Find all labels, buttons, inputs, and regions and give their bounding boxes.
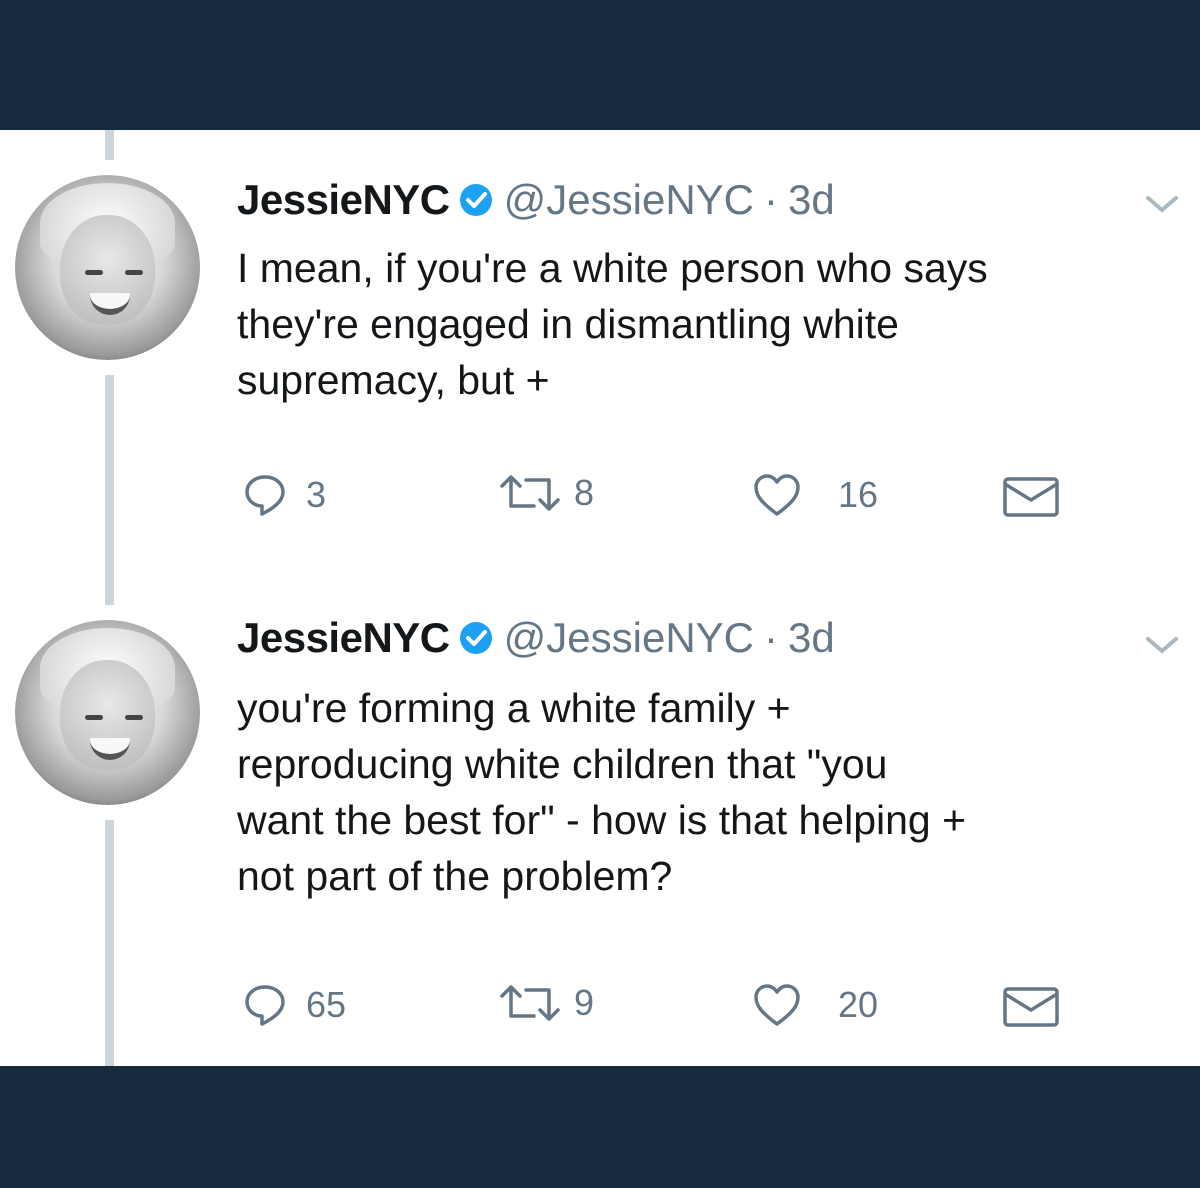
like-count: 20 [838, 984, 879, 1025]
tweet-text-line: reproducing white children that "you [237, 741, 888, 787]
message-icon [1003, 987, 1059, 1027]
message-button[interactable] [1002, 986, 1060, 1028]
tweet-text: I mean, if you're a white person who say… [237, 240, 1187, 408]
message-icon [1003, 477, 1059, 517]
retweet-icon [500, 985, 560, 1021]
tweet-thread-panel: JessieNYC @JessieNYC · 3d I mean, if you… [0, 130, 1200, 1066]
tweet-actions: 3 8 16 [0, 472, 1200, 532]
reply-count: 3 [306, 474, 327, 515]
user-handle[interactable]: @JessieNYC [504, 176, 754, 224]
user-handle[interactable]: @JessieNYC [504, 614, 754, 662]
separator-dot: · [764, 614, 778, 661]
timestamp[interactable]: 3d [788, 614, 835, 662]
avatar[interactable] [15, 620, 200, 805]
thread-line-top [105, 130, 114, 160]
tweet-header: JessieNYC @JessieNYC · 3d [237, 172, 835, 228]
like-icon [754, 984, 800, 1026]
reply-count: 65 [306, 984, 347, 1025]
top-band [0, 0, 1200, 130]
retweet-button[interactable]: 8 [498, 472, 594, 514]
tweet-text-line: supremacy, but + [237, 357, 550, 403]
tweet-text-line: they're engaged in dismantling white [237, 301, 899, 347]
retweet-count: 8 [574, 472, 595, 513]
verified-badge-icon [458, 182, 494, 218]
reply-icon [245, 475, 285, 516]
reply-button[interactable]: 3 [242, 472, 326, 518]
tweet-text: you're forming a white family + reproduc… [237, 680, 1187, 904]
like-count: 16 [838, 474, 879, 515]
tweet-text-line: you're forming a white family + [237, 685, 791, 731]
timestamp[interactable]: 3d [788, 176, 835, 224]
avatar[interactable] [15, 175, 200, 360]
reply-icon [245, 985, 285, 1026]
bottom-band [0, 1066, 1200, 1188]
display-name[interactable]: JessieNYC [237, 614, 450, 662]
chevron-down-icon[interactable] [1142, 192, 1182, 216]
display-name[interactable]: JessieNYC [237, 176, 450, 224]
tweet-text-line: want the best for" - how is that helping… [237, 797, 967, 843]
tweet-actions: 65 9 20 [0, 982, 1200, 1042]
tweet-text-line: not part of the problem? [237, 853, 673, 899]
chevron-down-icon[interactable] [1142, 633, 1182, 657]
verified-badge-icon [458, 620, 494, 656]
retweet-count: 9 [574, 982, 595, 1023]
like-button[interactable]: 16 [752, 472, 878, 518]
separator-dot: · [764, 176, 778, 223]
reply-button[interactable]: 65 [242, 982, 346, 1028]
message-button[interactable] [1002, 476, 1060, 518]
tweet-text-line: I mean, if you're a white person who say… [237, 245, 988, 291]
like-icon [754, 474, 800, 516]
like-button[interactable]: 20 [752, 982, 878, 1028]
retweet-icon [500, 475, 560, 511]
tweet-header: JessieNYC @JessieNYC · 3d [237, 610, 835, 666]
retweet-button[interactable]: 9 [498, 982, 594, 1024]
